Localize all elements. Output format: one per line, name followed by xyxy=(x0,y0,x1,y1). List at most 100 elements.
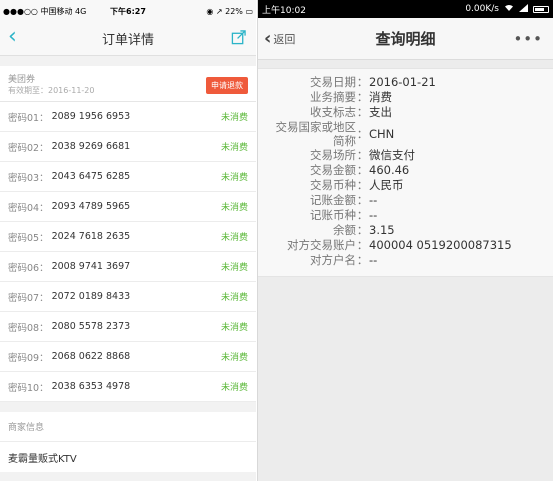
list-item: 密码10： 2038 6353 4978 未消费 xyxy=(0,372,256,402)
detail-key: 业务摘要 xyxy=(310,90,356,104)
list-item: 密码07： 2072 0189 8433 未消费 xyxy=(0,282,256,312)
status-bar: ●●●○○ 中国移动 4G 下午6:27 ◉ ↗ 22% ▭ xyxy=(0,0,256,22)
detail-separator: ： xyxy=(356,253,369,267)
detail-key: 对方交易账户 xyxy=(287,238,356,252)
detail-key: 交易日期 xyxy=(310,75,356,89)
detail-separator: ： xyxy=(356,105,369,119)
code-label: 密码07： xyxy=(8,292,49,304)
detail-row: 交易币种：人民币 xyxy=(258,178,553,193)
detail-separator: ： xyxy=(356,148,369,162)
detail-row: 交易场所：微信支付 xyxy=(258,148,553,163)
status-time: 下午6:27 xyxy=(110,6,146,16)
detail-key-line1: 交易国家或地区 xyxy=(275,120,357,134)
detail-row: 业务摘要：消费 xyxy=(258,90,553,105)
detail-value: CHN xyxy=(369,127,395,141)
detail-row: 记账币种： -- xyxy=(258,208,553,223)
list-item: 密码06： 2008 9741 3697 未消费 xyxy=(0,252,256,282)
detail-separator: ： xyxy=(356,90,369,104)
detail-separator: ： xyxy=(356,178,369,192)
code-value: 2068 0622 8868 xyxy=(51,351,131,362)
back-label: 返回 xyxy=(273,33,296,46)
more-icon[interactable]: ••• xyxy=(513,30,543,48)
status-bar: 上午10:02 0.00K/s xyxy=(258,0,553,18)
detail-key: 记账币种 xyxy=(310,208,356,222)
merchant-name[interactable]: 麦霸量贩式KTV xyxy=(0,442,256,472)
page-title: 查询明细 xyxy=(375,30,436,48)
list-item: 密码04： 2093 4789 5965 未消费 xyxy=(0,192,256,222)
code-label: 密码06： xyxy=(8,262,49,274)
back-button[interactable]: ‹ 返回 xyxy=(264,28,296,49)
merchant-section-header: 商家信息 xyxy=(0,412,256,442)
detail-value: 2016-01-21 xyxy=(369,75,436,89)
detail-value: 人民币 xyxy=(369,178,404,192)
detail-separator: ： xyxy=(356,193,369,207)
nav-bar: ‹ 返回 查询明细 ••• xyxy=(258,18,553,60)
code-status: 未消费 xyxy=(220,233,248,243)
share-icon[interactable] xyxy=(231,30,246,45)
detail-key: 余额 xyxy=(333,223,356,237)
code-value: 2043 6475 6285 xyxy=(51,171,131,182)
code-value: 2072 0189 8433 xyxy=(51,291,131,302)
coupon-valid-date: 有效期至：2016-11-20 xyxy=(8,86,95,95)
detail-separator: ： xyxy=(356,163,369,177)
detail-key: 记账金额 xyxy=(310,193,356,207)
code-label: 密码09： xyxy=(8,352,49,364)
code-value: 2024 7618 2635 xyxy=(51,231,131,242)
list-item: 密码09： 2068 0622 8868 未消费 xyxy=(0,342,256,372)
code-status: 未消费 xyxy=(220,353,248,363)
detail-row: 对方交易账户： 400004 0519200087315 xyxy=(258,238,553,253)
code-status: 未消费 xyxy=(220,203,248,213)
battery-indicator: ◉ ↗ 22% ▭ xyxy=(206,6,253,16)
refund-button[interactable]: 申请退款 xyxy=(206,77,248,94)
status-time: 上午10:02 xyxy=(262,5,306,16)
code-label: 密码08： xyxy=(8,322,49,334)
code-label: 密码01： xyxy=(8,112,49,124)
coupon-card: 美团券 有效期至：2016-11-20 申请退款 xyxy=(0,66,256,102)
detail-separator: ： xyxy=(356,127,369,141)
carrier-label: ●●●○○ 中国移动 4G xyxy=(3,6,87,16)
detail-row: 交易金额： 460.46 xyxy=(258,163,553,178)
code-list: 密码01： 2089 1956 6953 未消费 密码02： 2038 9269 66… xyxy=(0,102,256,402)
network-speed: 0.00K/s xyxy=(465,4,499,14)
detail-key: 交易币种 xyxy=(310,178,356,192)
list-item: 密码08： 2080 5578 2373 未消费 xyxy=(0,312,256,342)
detail-value: 400004 0519200087315 xyxy=(369,238,512,252)
detail-key: 对方户名 xyxy=(310,253,356,267)
detail-separator: ： xyxy=(356,223,369,237)
code-label: 密码04： xyxy=(8,202,49,214)
list-item: 密码02： 2038 9269 6681 未消费 xyxy=(0,132,256,162)
code-label: 密码03： xyxy=(8,172,49,184)
code-value: 2038 9269 6681 xyxy=(51,141,131,152)
detail-row: 交易国家或地区 简称 ： CHN xyxy=(258,120,553,148)
code-status: 未消费 xyxy=(220,293,248,303)
code-status: 未消费 xyxy=(220,383,248,393)
detail-value: -- xyxy=(369,253,378,267)
detail-value: -- xyxy=(369,208,378,222)
code-label: 密码02： xyxy=(8,142,49,154)
detail-value: 支出 xyxy=(369,105,392,119)
detail-value: 微信支付 xyxy=(369,148,415,162)
nav-bar: ‹ 订单详情 xyxy=(0,22,256,56)
chevron-left-icon: ‹ xyxy=(264,28,272,49)
code-status: 未消费 xyxy=(220,143,248,153)
code-value: 2008 9741 3697 xyxy=(51,261,131,272)
code-value: 2080 5578 2373 xyxy=(51,321,131,332)
detail-separator: ： xyxy=(356,238,369,252)
coupon-name: 美团券 xyxy=(8,75,36,85)
code-status: 未消费 xyxy=(220,263,248,273)
back-chevron-icon[interactable]: ‹ xyxy=(8,26,17,48)
order-detail-screen: ●●●○○ 中国移动 4G 下午6:27 ◉ ↗ 22% ▭ ‹ 订单详情 美团… xyxy=(0,0,256,481)
detail-key: 收支标志 xyxy=(310,105,356,119)
code-status: 未消费 xyxy=(220,113,248,123)
detail-separator: ： xyxy=(356,75,369,89)
code-value: 2089 1956 6953 xyxy=(51,111,131,122)
code-status: 未消费 xyxy=(220,173,248,183)
code-value: 2038 6353 4978 xyxy=(51,381,131,392)
detail-key: 交易国家或地区 简称 xyxy=(258,120,357,148)
detail-row: 记账金额： -- xyxy=(258,193,553,208)
detail-key-line2: 简称 xyxy=(333,134,356,148)
detail-value: -- xyxy=(369,193,378,207)
detail-row: 对方户名： -- xyxy=(258,253,553,268)
detail-value: 460.46 xyxy=(369,163,410,177)
detail-row: 余额： 3.15 xyxy=(258,223,553,238)
